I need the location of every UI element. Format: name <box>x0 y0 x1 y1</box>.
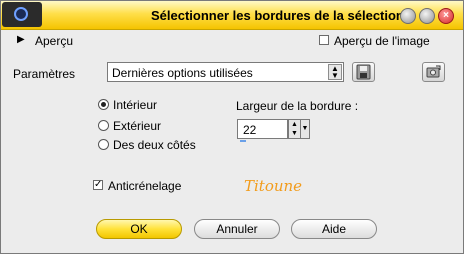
window-title: Sélectionner les bordures de la sélectio… <box>151 8 404 23</box>
parameters-label: Paramètres <box>13 67 76 81</box>
radio-interior[interactable] <box>98 99 109 110</box>
border-width-slider-indicator[interactable] <box>240 140 246 142</box>
minimize-button[interactable] <box>400 8 416 24</box>
border-width-label: Largeur de la bordure : <box>236 99 359 113</box>
border-width-spinner[interactable]: 22 ▲ ▼ ▼ <box>237 119 311 139</box>
manage-presets-button[interactable] <box>422 62 445 82</box>
radio-exterior[interactable] <box>98 120 109 131</box>
floppy-disk-icon <box>356 64 371 80</box>
help-button[interactable]: Aide <box>291 219 377 239</box>
save-preset-button[interactable] <box>352 62 375 82</box>
app-icon <box>2 2 42 27</box>
preset-manager-icon <box>426 65 441 78</box>
radio-both-sides[interactable] <box>98 139 109 150</box>
dialog-window: Sélectionner les bordures de la sélectio… <box>0 0 464 254</box>
preset-select[interactable]: Dernières options utilisées ▲ ▼ <box>107 62 344 82</box>
title-bar[interactable]: Sélectionner les bordures de la sélectio… <box>1 1 463 30</box>
preview-toggle-label[interactable]: Aperçu <box>35 34 73 48</box>
chevron-down-icon[interactable]: ▼ <box>300 119 310 139</box>
radio-interior-label[interactable]: Intérieur <box>113 98 157 112</box>
chevron-down-icon[interactable]: ▲ ▼ <box>328 64 342 80</box>
ok-button[interactable]: OK <box>96 219 182 239</box>
image-preview-label[interactable]: Aperçu de l'image <box>334 34 430 48</box>
border-width-input[interactable]: 22 <box>237 119 288 139</box>
antialias-label[interactable]: Anticrénelage <box>108 179 181 193</box>
radio-exterior-label[interactable]: Extérieur <box>113 119 161 133</box>
preset-select-value: Dernières options utilisées <box>112 66 253 80</box>
antialias-checkbox[interactable]: ✓ <box>93 180 103 190</box>
cancel-button[interactable]: Annuler <box>194 219 280 239</box>
preview-expand-icon[interactable]: ▶ <box>17 34 25 45</box>
maximize-button[interactable] <box>419 8 435 24</box>
signature-watermark: Titoune <box>244 177 303 195</box>
close-button[interactable]: × <box>438 8 454 24</box>
border-width-value: 22 <box>243 123 257 137</box>
image-preview-checkbox[interactable] <box>319 35 329 45</box>
radio-both-sides-label[interactable]: Des deux côtés <box>113 138 196 152</box>
